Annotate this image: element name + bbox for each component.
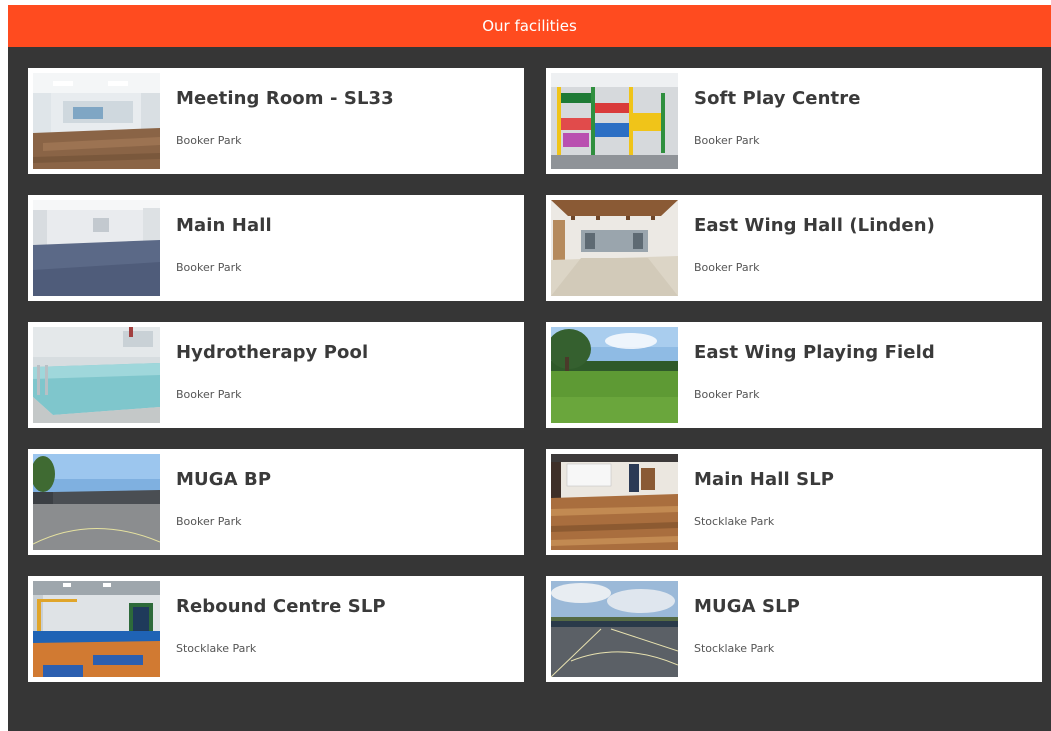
facility-name: Main Hall SLP <box>694 469 835 490</box>
facilities-grid: Meeting Room - SL33 Booker Park Soft Pla… <box>28 68 1042 682</box>
facility-name: MUGA SLP <box>694 596 800 617</box>
facility-location: Stocklake Park <box>176 642 257 655</box>
rebound-centre-photo <box>33 581 160 677</box>
facility-location: Booker Park <box>176 134 242 147</box>
facility-name: Meeting Room - SL33 <box>176 88 394 109</box>
facility-location: Booker Park <box>694 134 760 147</box>
facility-location: Booker Park <box>176 388 242 401</box>
main-hall-photo <box>33 200 160 296</box>
facility-location: Stocklake Park <box>694 642 775 655</box>
facility-card-playing-field[interactable]: East Wing Playing Field Booker Park <box>546 322 1042 428</box>
facility-name: Soft Play Centre <box>694 88 861 109</box>
facility-name: East Wing Playing Field <box>694 342 935 363</box>
facility-name: Hydrotherapy Pool <box>176 342 369 363</box>
page-title: Our facilities <box>482 17 577 35</box>
facility-card-main-hall-slp[interactable]: Main Hall SLP Stocklake Park <box>546 449 1042 555</box>
meeting-room-photo <box>33 73 160 169</box>
facility-name: Main Hall <box>176 215 272 236</box>
facility-location: Booker Park <box>176 515 242 528</box>
east-wing-hall-photo <box>551 200 678 296</box>
facility-location: Booker Park <box>694 261 760 274</box>
pool-photo <box>33 327 160 423</box>
muga-slp-photo <box>551 581 678 677</box>
facility-name: MUGA BP <box>176 469 272 490</box>
facility-card-east-wing-hall[interactable]: East Wing Hall (Linden) Booker Park <box>546 195 1042 301</box>
facility-location: Booker Park <box>694 388 760 401</box>
playing-field-photo <box>551 327 678 423</box>
muga-bp-photo <box>33 454 160 550</box>
facility-card-main-hall[interactable]: Main Hall Booker Park <box>28 195 524 301</box>
facility-card-rebound-centre[interactable]: Rebound Centre SLP Stocklake Park <box>28 576 524 682</box>
facility-card-hydrotherapy-pool[interactable]: Hydrotherapy Pool Booker Park <box>28 322 524 428</box>
facility-card-muga-slp[interactable]: MUGA SLP Stocklake Park <box>546 576 1042 682</box>
facility-name: Rebound Centre SLP <box>176 596 386 617</box>
facility-card-meeting-room[interactable]: Meeting Room - SL33 Booker Park <box>28 68 524 174</box>
facility-card-muga-bp[interactable]: MUGA BP Booker Park <box>28 449 524 555</box>
facility-card-soft-play[interactable]: Soft Play Centre Booker Park <box>546 68 1042 174</box>
soft-play-photo <box>551 73 678 169</box>
facilities-panel: Our facilities Meeting Room - SL33 Booke… <box>8 5 1051 731</box>
page-header: Our facilities <box>8 5 1051 47</box>
main-hall-slp-photo <box>551 454 678 550</box>
facility-name: East Wing Hall (Linden) <box>694 215 935 236</box>
facility-location: Booker Park <box>176 261 242 274</box>
facility-location: Stocklake Park <box>694 515 775 528</box>
